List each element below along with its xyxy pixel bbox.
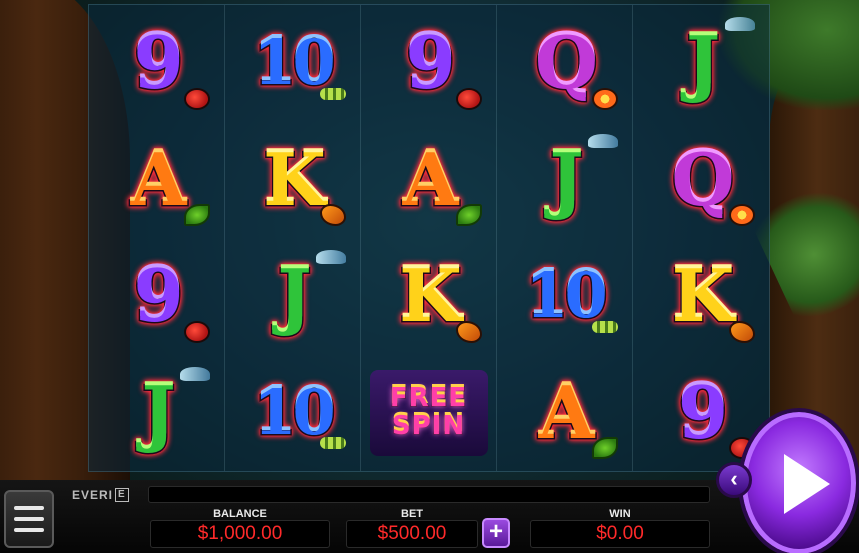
- caterpillar-icon: [320, 87, 346, 100]
- symbol-9: 9: [132, 20, 185, 106]
- reel-2: 10 K J 10: [225, 5, 361, 471]
- reel-grid: 9 A 9 J 10 K J 10 9 A K FREE SPIN Q J 10 A J Q K 9: [88, 4, 770, 472]
- play-triangle-icon: [784, 454, 830, 514]
- free-spin-line-2: SPIN: [391, 410, 466, 441]
- symbol-10: 10: [524, 259, 609, 333]
- dragonfly-icon: [725, 17, 755, 31]
- dragonfly-icon: [316, 250, 346, 264]
- flower-icon: [729, 204, 755, 226]
- symbol-9: 9: [404, 20, 457, 106]
- brand-name: EVERI: [72, 488, 114, 502]
- reel-cell: A: [361, 122, 496, 239]
- dragonfly-icon: [180, 366, 210, 381]
- symbol-9: 9: [676, 369, 729, 455]
- symbol-j: J: [140, 369, 177, 455]
- leaf-icon: [592, 437, 618, 459]
- brand-mark: E: [115, 488, 129, 502]
- reel-cell: K: [633, 238, 769, 355]
- reel-cell: 10: [225, 355, 360, 472]
- reel-4: Q J 10 A: [497, 5, 633, 471]
- message-bar: [148, 486, 710, 503]
- ladybug-icon: [456, 87, 482, 110]
- flower-icon: [592, 87, 618, 110]
- butterfly-icon: [456, 320, 482, 343]
- butterfly-icon: [729, 320, 755, 343]
- reel-cell: FREE SPIN: [361, 355, 496, 472]
- ladybug-icon: [184, 320, 210, 343]
- caterpillar-icon: [592, 320, 618, 333]
- bet-increase-button[interactable]: +: [482, 518, 510, 548]
- hamburger-menu-icon: [14, 506, 44, 510]
- brand-logo: EVERI E: [72, 486, 129, 504]
- dragonfly-icon: [588, 133, 618, 148]
- reel-5: JQK 9: [633, 5, 769, 471]
- reel-3: 9 A K FREE SPIN: [361, 5, 497, 471]
- balance-value: $1,000.00: [150, 520, 330, 548]
- reel-cell: J: [633, 5, 769, 122]
- symbol-10: 10: [252, 26, 337, 100]
- reel-cell: 9: [361, 5, 496, 122]
- symbol-k: K: [262, 136, 328, 222]
- symbol-10: 10: [252, 375, 337, 449]
- free-spin-symbol: FREE SPIN: [369, 369, 488, 456]
- reel-cell: A: [497, 355, 632, 472]
- reel-cell: 9: [89, 5, 224, 122]
- reel-cell: 9: [89, 238, 224, 355]
- win-value: $0.00: [530, 520, 710, 548]
- reel-cell: 10: [225, 5, 360, 122]
- caterpillar-icon: [320, 437, 346, 449]
- symbol-j: J: [548, 136, 585, 222]
- ladybug-icon: [184, 87, 210, 110]
- back-button[interactable]: ‹: [716, 462, 752, 498]
- symbol-j: J: [276, 253, 313, 339]
- reel-cell: J: [225, 238, 360, 355]
- reel-cell: A: [89, 122, 224, 239]
- hamburger-menu-icon-line: [14, 517, 44, 521]
- bet-label: BET: [401, 508, 423, 520]
- hamburger-menu-icon-line: [14, 528, 44, 532]
- reel-cell: K: [225, 122, 360, 239]
- symbol-k: K: [670, 253, 736, 339]
- balance-label: BALANCE: [213, 508, 267, 520]
- symbol-a: A: [537, 369, 596, 455]
- symbol-9: 9: [132, 253, 185, 339]
- reel-cell: 10: [497, 238, 632, 355]
- bet-value: $500.00: [346, 520, 478, 548]
- reel-cell: Q: [633, 122, 769, 239]
- butterfly-icon: [320, 204, 346, 226]
- symbol-q: Q: [670, 136, 736, 222]
- spin-button[interactable]: [738, 408, 859, 553]
- symbol-a: A: [129, 136, 188, 222]
- reel-cell: Q: [497, 5, 632, 122]
- reel-cell: J: [497, 122, 632, 239]
- symbol-j: J: [684, 20, 721, 106]
- win-label: WIN: [609, 508, 631, 520]
- menu-button[interactable]: [4, 490, 54, 548]
- symbol-k: K: [398, 253, 464, 339]
- reel-cell: J: [89, 355, 224, 472]
- symbol-a: A: [401, 136, 460, 222]
- leaf-icon: [456, 204, 482, 226]
- reel-1: 9 A 9 J: [89, 5, 225, 471]
- reel-cell: K: [361, 238, 496, 355]
- free-spin-line-1: FREE: [389, 383, 468, 414]
- symbol-q: Q: [534, 20, 600, 106]
- leaf-icon: [184, 204, 210, 226]
